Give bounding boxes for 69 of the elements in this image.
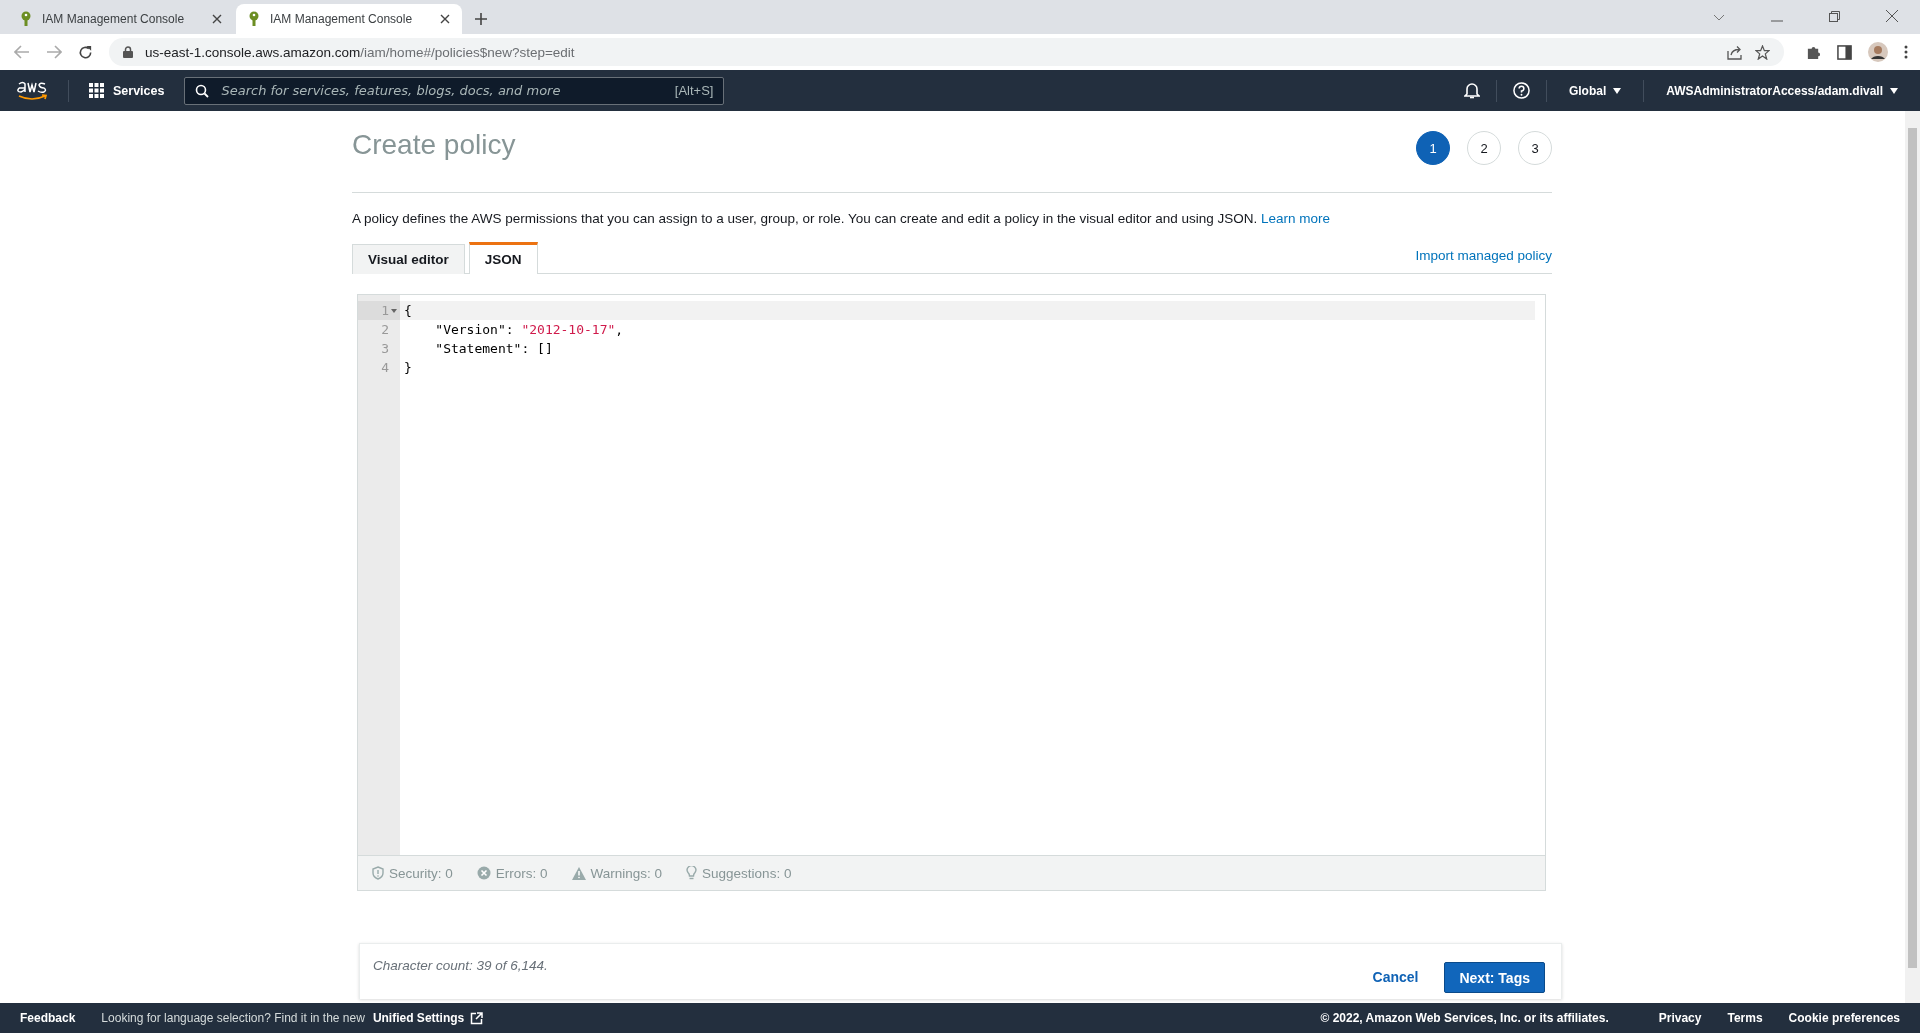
validation-count: Warnings: 0 [590, 865, 663, 881]
code-line: "Version": "2012-10-17", [434, 322, 624, 337]
code-editor[interactable]: 1 2 3 4 { "Version": "2012-10-17", "Statement": [] } Security: 0 Errors: 0 Warnings: 0 Suggestions: 0 [357, 294, 1546, 891]
footer-link[interactable]: Privacy [1658, 1011, 1702, 1025]
grid-icon [89, 83, 104, 98]
learn-more-link[interactable]: Learn more [1261, 211, 1331, 226]
avatar-icon[interactable] [1868, 42, 1888, 62]
copyright-text: © 2022, Amazon Web Services, Inc. or its affiliates. [1320, 1011, 1609, 1025]
region-menu[interactable]: Global [1562, 83, 1628, 98]
star-icon[interactable] [1755, 44, 1770, 60]
search-field[interactable]: Search for services, features, blogs, docs, and more [Alt+S] [184, 76, 725, 105]
validation-count: Suggestions: 0 [702, 865, 792, 881]
browser-tab[interactable]: IAM Management Console [8, 4, 234, 34]
shortcut-hint: [Alt+S] [674, 83, 714, 98]
line-number: 3 [381, 341, 389, 356]
validation-count: Errors: 0 [495, 865, 548, 881]
logo-icon[interactable] [16, 79, 48, 102]
caret-icon [1613, 87, 1622, 94]
chevron-down-icon[interactable] [1713, 14, 1725, 22]
code-line: { [404, 303, 412, 318]
bell-icon[interactable] [1463, 82, 1480, 99]
line-number: 1 [381, 303, 389, 318]
side-panel-icon[interactable] [1837, 44, 1852, 60]
address-bar[interactable]: us-east-1.console.aws.amazon.com/iam/home#/policies$new?step=edit [109, 38, 1784, 66]
close-icon[interactable] [1886, 10, 1898, 22]
code-line: } [404, 360, 412, 375]
line-number: 2 [381, 322, 389, 337]
close-icon[interactable] [212, 14, 222, 24]
shield-icon [372, 866, 384, 880]
footer-link[interactable]: Cookie preferences [1788, 1011, 1900, 1025]
language-note: Looking for language selection? Find it in the new [101, 1011, 365, 1025]
editor-tab[interactable]: Visual editor [352, 244, 465, 274]
error-icon [476, 866, 491, 880]
services-button[interactable]: Services [85, 83, 169, 98]
lock-icon [123, 46, 133, 58]
more-icon[interactable] [1904, 45, 1908, 59]
unified-settings-link[interactable]: Unified Settings [372, 1011, 465, 1025]
footer-link[interactable]: Terms [1727, 1011, 1763, 1025]
warning-icon [571, 866, 586, 880]
fold-icon[interactable] [391, 308, 397, 313]
search-input[interactable]: Search for services, features, blogs, docs, and more [219, 82, 665, 99]
key-icon [248, 11, 260, 27]
close-icon[interactable] [440, 14, 450, 24]
import-policy-link[interactable]: Import managed policy [1415, 248, 1552, 263]
restore-icon[interactable] [1829, 11, 1840, 22]
line-number: 4 [381, 360, 389, 375]
character-count: Character count: 39 of 6,144. [373, 958, 548, 973]
scrollbar[interactable] [1905, 111, 1920, 1003]
help-icon[interactable] [1512, 82, 1530, 99]
description-text: A policy defines the AWS permissions that you can assign to a user, group, or role. You can create and edit a policy in the visual editor and using JSON. [352, 211, 1258, 226]
lightbulb-icon [686, 866, 698, 880]
share-icon[interactable] [1727, 44, 1743, 60]
validation-count: Security: 0 [389, 865, 453, 881]
editor-tab[interactable]: JSON [468, 242, 538, 274]
external-link-icon [470, 1011, 484, 1025]
next-button[interactable]: Next: Tags [1444, 962, 1545, 993]
search-icon [195, 83, 210, 98]
account-menu[interactable]: AWSAdministratorAccess/adam.divall [1660, 83, 1904, 98]
puzzle-icon[interactable] [1806, 44, 1821, 60]
page-title: Create policy [352, 129, 516, 161]
caret-icon [1890, 87, 1898, 94]
step-indicator: 1 [1416, 131, 1450, 165]
browser-tab[interactable]: IAM Management Console [236, 4, 462, 34]
reload-icon[interactable] [78, 44, 93, 60]
key-icon [20, 11, 32, 27]
plus-icon[interactable] [474, 12, 488, 26]
cancel-button[interactable]: Cancel [1356, 962, 1435, 992]
feedback-link[interactable]: Feedback [20, 1011, 76, 1025]
code-line: "Statement": [] [434, 341, 553, 356]
